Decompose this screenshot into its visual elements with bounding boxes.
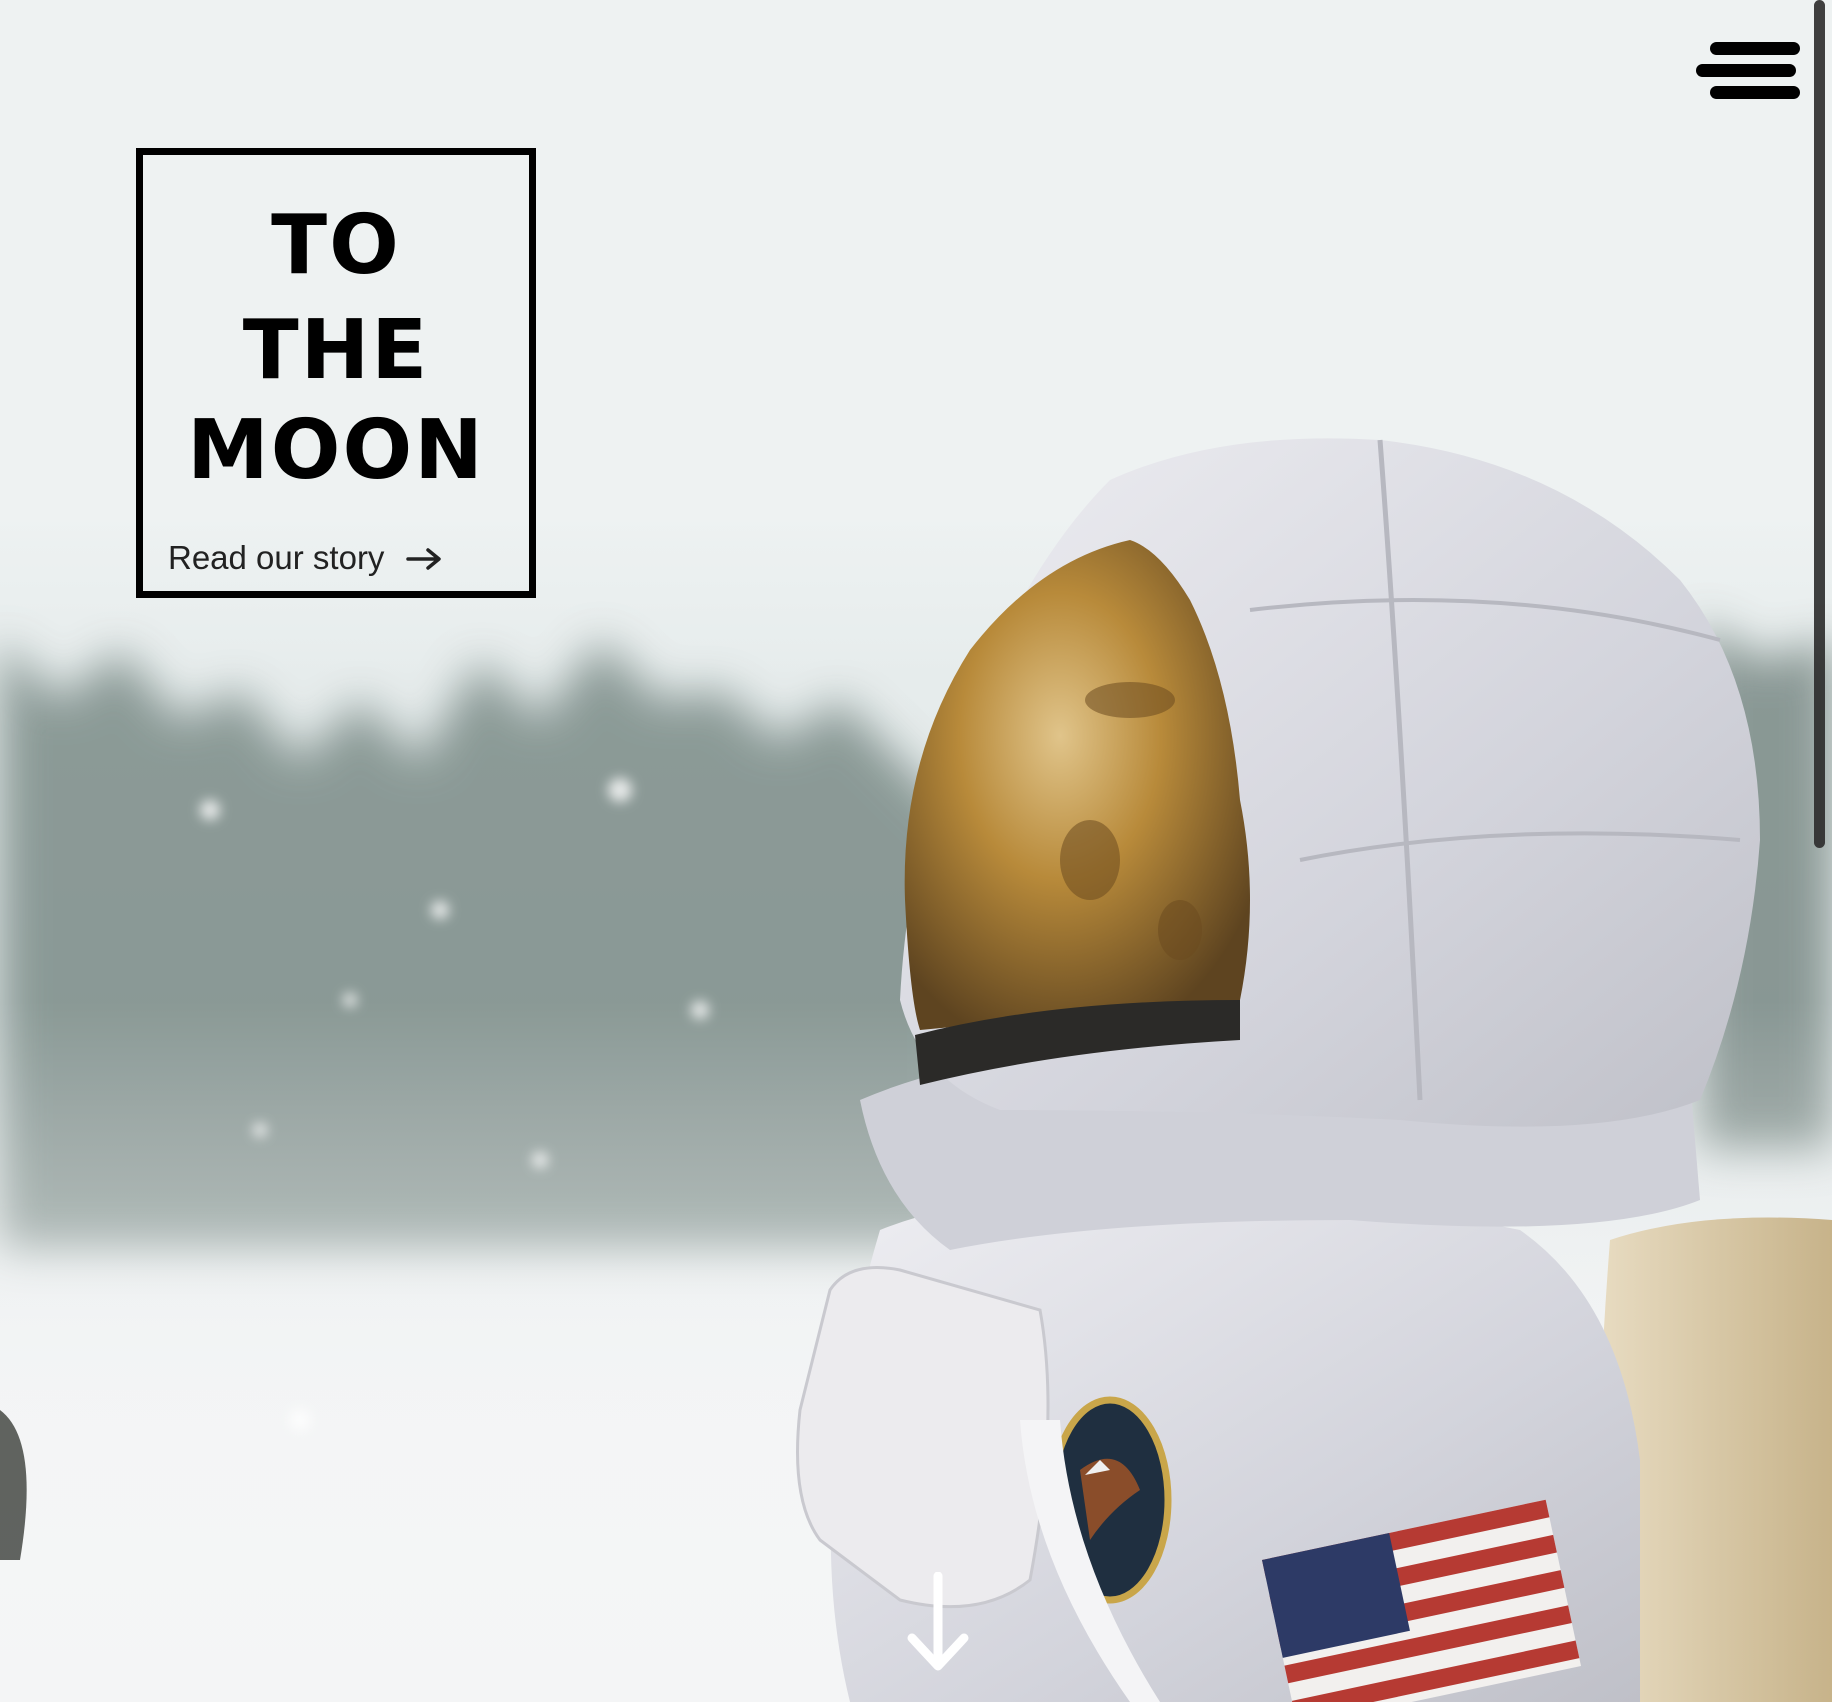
scrollbar-thumb[interactable] [1814, 0, 1825, 848]
title-line-3: MOON [187, 403, 485, 498]
read-our-story-link[interactable]: Read our story [168, 539, 442, 579]
title-line-2: THE [242, 303, 430, 398]
title-card: TO THE MOON Read our story [136, 148, 536, 598]
arrow-down-icon[interactable] [906, 1571, 970, 1672]
menu-bar-middle [1696, 64, 1796, 77]
read-our-story-label: Read our story [168, 539, 385, 576]
arrow-right-icon [405, 541, 442, 579]
menu-bar-bottom [1710, 86, 1800, 99]
title-line-1: TO [271, 198, 401, 293]
hamburger-menu-icon[interactable] [1690, 32, 1800, 112]
menu-bar-top [1710, 42, 1800, 55]
